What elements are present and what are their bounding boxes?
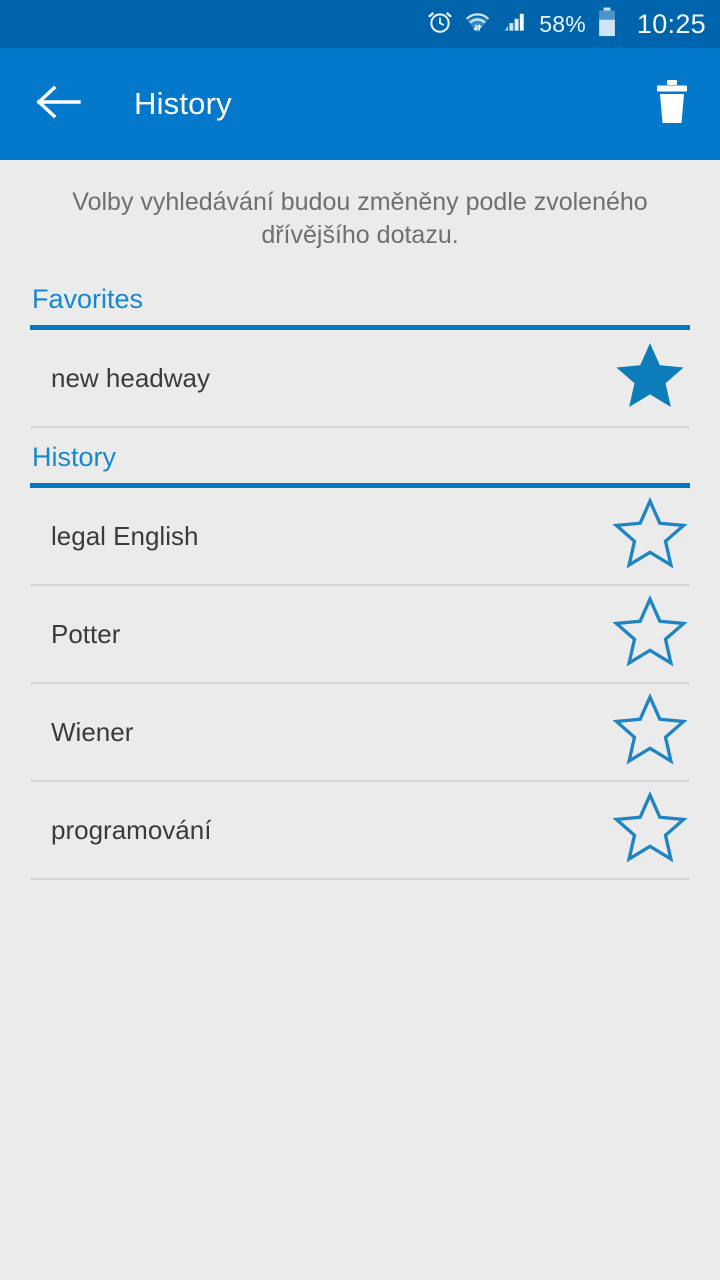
star-outline-icon	[610, 496, 690, 577]
star-filled-icon	[610, 338, 690, 419]
status-bar-clock: 10:25	[636, 8, 706, 39]
alarm-icon	[427, 9, 453, 40]
star-outline-icon	[610, 790, 690, 871]
section-history-title: History	[32, 442, 117, 472]
list-item-label: legal English	[51, 520, 199, 551]
wifi-icon	[464, 9, 491, 40]
list-item-label: Wiener	[51, 716, 134, 747]
hint-text: Volby vyhledávání budou změněny podle zv…	[72, 188, 648, 249]
list-item[interactable]: new headway	[30, 330, 690, 428]
list-item[interactable]: legal English	[30, 488, 690, 586]
section-history: History legal English Potter Wiener prog…	[0, 442, 720, 880]
star-outline-icon	[610, 692, 690, 773]
favorite-toggle-button[interactable]	[604, 784, 696, 876]
section-favorites-header: Favorites	[0, 284, 720, 325]
signal-icon	[502, 9, 529, 40]
list-item-label: new headway	[51, 362, 210, 393]
favorite-toggle-button[interactable]	[604, 332, 696, 424]
favorite-toggle-button[interactable]	[604, 490, 696, 582]
back-button[interactable]	[34, 80, 82, 128]
app-bar: History	[0, 48, 720, 160]
list-item-label: Potter	[51, 618, 121, 649]
page-title: History	[134, 86, 232, 121]
list-item[interactable]: programování	[30, 782, 690, 880]
list-item[interactable]: Potter	[30, 586, 690, 684]
star-outline-icon	[610, 594, 690, 675]
battery-percent: 58%	[539, 10, 586, 37]
list-item-label: programování	[51, 814, 212, 845]
section-favorites-title: Favorites	[32, 284, 144, 314]
section-favorites: Favorites new headway	[0, 284, 720, 428]
delete-history-button[interactable]	[646, 78, 698, 130]
section-history-header: History	[0, 442, 720, 483]
list-item[interactable]: Wiener	[30, 684, 690, 782]
status-bar: 58% 10:25	[0, 0, 720, 48]
status-bar-icons	[427, 9, 529, 40]
favorite-toggle-button[interactable]	[604, 686, 696, 778]
battery-icon	[596, 7, 618, 42]
screen: 58% 10:25 History Volby vyhledávání budo…	[0, 0, 720, 1280]
trash-icon	[652, 79, 692, 130]
favorite-toggle-button[interactable]	[604, 588, 696, 680]
back-arrow-icon	[35, 83, 81, 126]
